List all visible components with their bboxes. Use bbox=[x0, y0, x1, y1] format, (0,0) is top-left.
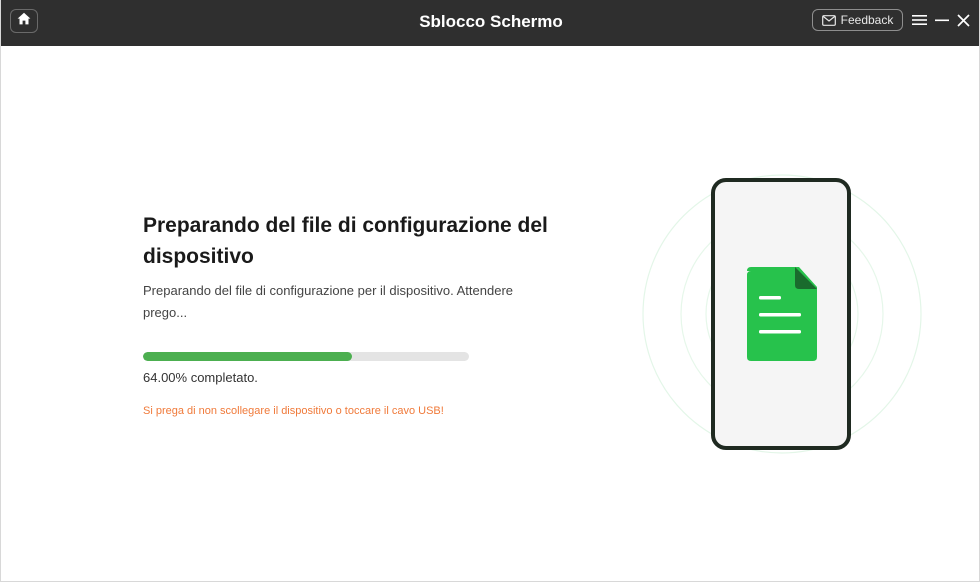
device-illustration bbox=[637, 172, 927, 456]
minimize-icon bbox=[935, 14, 949, 26]
status-description: Preparando del file di configurazione pe… bbox=[143, 283, 514, 320]
minimize-button[interactable] bbox=[933, 11, 951, 29]
close-icon bbox=[956, 13, 970, 27]
feedback-button[interactable]: Feedback bbox=[812, 9, 903, 31]
progress-bar bbox=[143, 352, 469, 361]
app-window: Sblocco Schermo Feedback Preparando del … bbox=[0, 0, 980, 582]
close-button[interactable] bbox=[954, 11, 972, 29]
page-title: Preparando del file di configurazione de… bbox=[143, 214, 548, 268]
menu-button[interactable] bbox=[910, 11, 928, 29]
mail-icon bbox=[821, 14, 836, 26]
progress-bar-fill bbox=[143, 352, 352, 361]
title-bar: Sblocco Schermo Feedback bbox=[1, 0, 979, 46]
document-file-icon bbox=[747, 267, 817, 361]
progress-percentage-text: 64.00% completato. bbox=[143, 370, 258, 385]
feedback-label: Feedback bbox=[840, 13, 894, 27]
hamburger-menu-icon bbox=[911, 14, 927, 26]
usb-warning-text: Si prega di non scollegare il dispositiv… bbox=[143, 405, 444, 417]
